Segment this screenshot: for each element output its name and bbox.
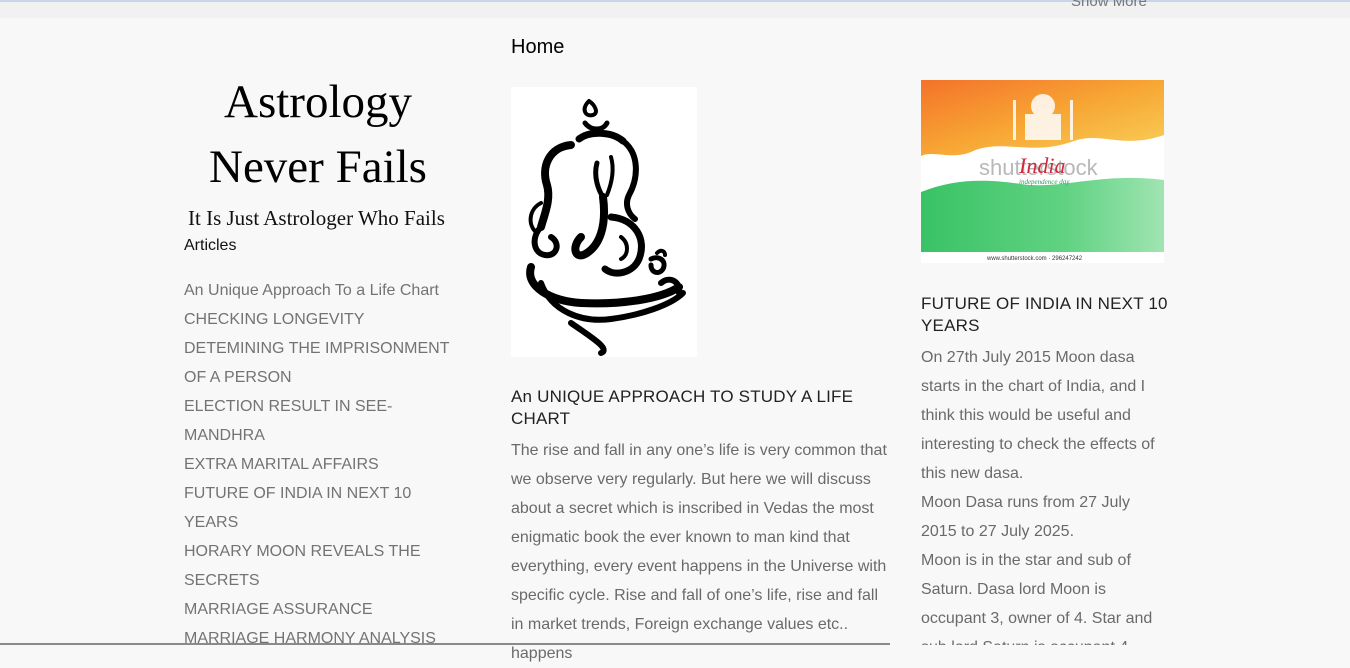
article-link-marriage-harmony[interactable]: MARRIAGE HARMONY ANALYSIS — [184, 624, 464, 653]
articles-heading: Articles — [184, 237, 237, 254]
ganesha-image[interactable] — [511, 87, 697, 357]
post-title[interactable]: An UNIQUE APPROACH TO STUDY A LIFE CHART — [511, 386, 891, 430]
india-logo-subtext: independence day — [1019, 178, 1070, 186]
article-link-life-chart[interactable]: An Unique Approach To a Life Chart — [184, 276, 464, 305]
side-post-text: On 27th July 2015 Moon dasa starts in th… — [921, 343, 1166, 645]
site-title[interactable]: Astrology Never Fails — [184, 70, 452, 200]
india-flag-watercolor: shutterstock India independence day www.… — [921, 80, 1164, 263]
article-link-election[interactable]: ELECTION RESULT IN SEE-MANDHRA — [184, 392, 464, 450]
site-tagline: It Is Just Astrologer Who Fails — [188, 206, 445, 230]
article-link-india-future[interactable]: FUTURE OF INDIA IN NEXT 10 YEARS — [184, 479, 464, 537]
side-paragraph: On 27th July 2015 Moon dasa starts in th… — [921, 349, 1155, 482]
side-paragraph: Moon is in the star and sub of Saturn. D… — [921, 552, 1153, 645]
image-credit: www.shutterstock.com · 296247242 — [986, 256, 1083, 262]
articles-list: An Unique Approach To a Life Chart CHECK… — [184, 276, 464, 653]
post-excerpt: The rise and fall in any one’s life is v… — [511, 442, 887, 662]
india-independence-image[interactable]: shutterstock India independence day www.… — [921, 80, 1164, 263]
ganesha-drawing — [526, 99, 686, 356]
article-link-affairs[interactable]: EXTRA MARITAL AFFAIRS — [184, 450, 464, 479]
top-bar: Show More — [0, 0, 1350, 18]
show-more-link[interactable]: Show More — [1071, 0, 1147, 10]
india-logo-text: India — [1018, 153, 1065, 178]
article-link-marriage-assurance[interactable]: MARRIAGE ASSURANCE — [184, 595, 464, 624]
article-link-horary-moon[interactable]: HORARY MOON REVEALS THE SECRETS — [184, 537, 464, 595]
article-link-longevity[interactable]: CHECKING LONGEVITY — [184, 305, 464, 334]
breadcrumb-home[interactable]: Home — [511, 36, 564, 59]
side-post-title[interactable]: FUTURE OF INDIA IN NEXT 10 YEARS — [921, 293, 1171, 337]
side-paragraph: Moon Dasa runs from 27 July 2015 to 27 J… — [921, 494, 1130, 540]
article-link-imprisonment[interactable]: DETEMINING THE IMPRISONMENT OF A PERSON — [184, 334, 464, 392]
